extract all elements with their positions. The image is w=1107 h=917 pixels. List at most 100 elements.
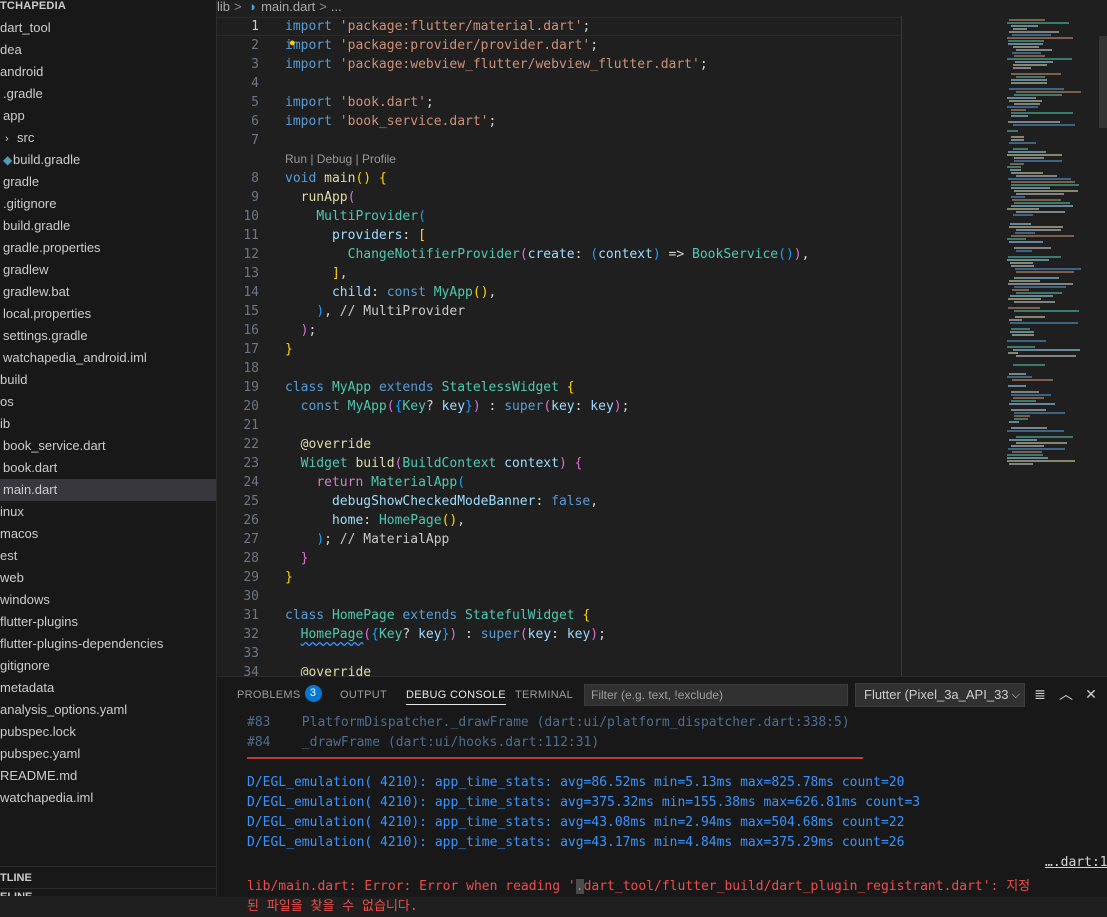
- code-line[interactable]: 13 ],: [217, 264, 901, 283]
- breadcrumb-file[interactable]: main.dart: [261, 0, 315, 14]
- code-line[interactable]: 16 );: [217, 321, 901, 340]
- code-line[interactable]: 19 class MyApp extends StatelessWidget {: [217, 378, 901, 397]
- code-line[interactable]: 4: [217, 74, 901, 93]
- editor-scrollbar[interactable]: [1099, 36, 1107, 128]
- explorer-section-title[interactable]: TCHAPEDIA: [0, 0, 216, 14]
- breadcrumb-folder[interactable]: lib: [217, 0, 230, 14]
- tree-item[interactable]: .gradle: [0, 83, 216, 105]
- debug-session-select[interactable]: Flutter (Pixel_3a_API_33 ⌵: [855, 683, 1025, 707]
- tree-item[interactable]: build.gradle: [0, 215, 216, 237]
- tree-item[interactable]: os: [0, 391, 216, 413]
- tree-item[interactable]: pubspec.lock: [0, 721, 216, 743]
- code-line[interactable]: 23 Widget build(BuildContext context) {: [217, 454, 901, 473]
- tree-item[interactable]: main.dart: [0, 479, 216, 501]
- tree-item[interactable]: README.md: [0, 765, 216, 787]
- tree-item[interactable]: gradle.properties: [0, 237, 216, 259]
- tree-item[interactable]: metadata: [0, 677, 216, 699]
- tree-item[interactable]: gradlew.bat: [0, 281, 216, 303]
- tree-item[interactable]: gitignore: [0, 655, 216, 677]
- code-line[interactable]: 32 HomePage({Key? key}) : super(key: key…: [217, 625, 901, 644]
- tree-item[interactable]: est: [0, 545, 216, 567]
- tab-terminal[interactable]: TERMINAL: [515, 688, 573, 704]
- console-filter-input[interactable]: [584, 684, 848, 706]
- code-line[interactable]: 18: [217, 359, 901, 378]
- chevron-up-icon[interactable]: ︿: [1057, 685, 1075, 703]
- tree-item-label: ib: [0, 416, 11, 431]
- code-editor[interactable]: 1 import 'package:flutter/material.dart';…: [217, 16, 1107, 676]
- tree-item[interactable]: pubspec.yaml: [0, 743, 216, 765]
- timeline-section-title[interactable]: ELINE: [0, 888, 216, 896]
- code-line[interactable]: 25 debugShowCheckedModeBanner: false,: [217, 492, 901, 511]
- code-line[interactable]: 6 import 'book_service.dart';: [217, 112, 901, 131]
- tree-item[interactable]: app: [0, 105, 216, 127]
- tree-item[interactable]: ◆build.gradle: [0, 149, 216, 171]
- tab-debug-console[interactable]: DEBUG CONSOLE: [406, 688, 506, 705]
- tree-item[interactable]: analysis_options.yaml: [0, 699, 216, 721]
- minimap[interactable]: [1007, 16, 1099, 476]
- breadcrumb-symbol[interactable]: ...: [331, 0, 342, 14]
- code-line[interactable]: 1 import 'package:flutter/material.dart';: [217, 17, 901, 36]
- code-line[interactable]: 21: [217, 416, 901, 435]
- code-token: runApp: [300, 190, 348, 205]
- tree-item[interactable]: settings.gradle: [0, 325, 216, 347]
- code-line[interactable]: 9 runApp(: [217, 188, 901, 207]
- tree-item[interactable]: gradlew: [0, 259, 216, 281]
- code-token: BuildContext: [402, 456, 497, 471]
- code-line[interactable]: 20 const MyApp({Key? key}) : super(key: …: [217, 397, 901, 416]
- code-line[interactable]: 5 import 'book.dart';: [217, 93, 901, 112]
- code-line[interactable]: 22 @override: [217, 435, 901, 454]
- code-line[interactable]: 14 child: const MyApp(),: [217, 283, 901, 302]
- codelens-run-debug-profile[interactable]: Run | Debug | Profile: [285, 150, 396, 169]
- tree-item[interactable]: windows: [0, 589, 216, 611]
- code-line[interactable]: 30: [217, 587, 901, 606]
- tree-item[interactable]: .gitignore: [0, 193, 216, 215]
- code-line[interactable]: 7: [217, 131, 901, 150]
- code-line[interactable]: 10 MultiProvider(: [217, 207, 901, 226]
- source-link[interactable]: ….dart:1: [1045, 855, 1107, 870]
- code-line[interactable]: 17}: [217, 340, 901, 359]
- minimap-line: [1016, 271, 1074, 273]
- code-line[interactable]: 31 class HomePage extends StatefulWidget …: [217, 606, 901, 625]
- tree-item[interactable]: android: [0, 61, 216, 83]
- tree-item[interactable]: book.dart: [0, 457, 216, 479]
- code-line[interactable]: 8 void main() {: [217, 169, 901, 188]
- tree-item[interactable]: build: [0, 369, 216, 391]
- list-filter-icon[interactable]: ≣: [1031, 685, 1049, 703]
- code-line[interactable]: 3 import 'package:webview_flutter/webview…: [217, 55, 901, 74]
- code-token: Key: [402, 399, 426, 414]
- code-line[interactable]: 33: [217, 644, 901, 663]
- minimap-line: [1013, 124, 1075, 126]
- code-line[interactable]: 15 ), // MultiProvider: [217, 302, 901, 321]
- code-line[interactable]: 26 home: HomePage(),: [217, 511, 901, 530]
- tree-item[interactable]: watchapedia.iml: [0, 787, 216, 809]
- tab-problems[interactable]: PROBLEMS 3: [237, 685, 322, 704]
- code-line[interactable]: 24 return MaterialApp(: [217, 473, 901, 492]
- tree-item[interactable]: flutter-plugins: [0, 611, 216, 633]
- lightbulb-icon[interactable]: ●: [289, 37, 296, 49]
- code-line[interactable]: 11 providers: [: [217, 226, 901, 245]
- code-line[interactable]: 29}: [217, 568, 901, 587]
- tree-item[interactable]: › src: [0, 127, 216, 149]
- tree-item[interactable]: ib: [0, 413, 216, 435]
- code-line[interactable]: 2 import 'package:provider/provider.dart'…: [217, 36, 901, 55]
- minimap-line: [1011, 136, 1024, 138]
- tree-item[interactable]: gradle: [0, 171, 216, 193]
- tree-item[interactable]: local.properties: [0, 303, 216, 325]
- code-line[interactable]: 12 ChangeNotifierProvider(create: (conte…: [217, 245, 901, 264]
- tab-output[interactable]: OUTPUT: [340, 688, 387, 704]
- tree-item[interactable]: watchapedia_android.iml: [0, 347, 216, 369]
- tree-item[interactable]: inux: [0, 501, 216, 523]
- code-line[interactable]: 28 }: [217, 549, 901, 568]
- debug-console-output[interactable]: #83 PlatformDispatcher._drawFrame (dart:…: [247, 713, 1107, 914]
- tree-item[interactable]: dart_tool: [0, 17, 216, 39]
- code-line[interactable]: 34 @override: [217, 663, 901, 676]
- outline-section-title[interactable]: TLINE: [0, 866, 216, 889]
- code-line[interactable]: 27 ); // MaterialApp: [217, 530, 901, 549]
- tree-item[interactable]: book_service.dart: [0, 435, 216, 457]
- tree-item[interactable]: web: [0, 567, 216, 589]
- minimap-line: [1014, 157, 1044, 159]
- tree-item[interactable]: dea: [0, 39, 216, 61]
- tree-item[interactable]: macos: [0, 523, 216, 545]
- tree-item[interactable]: flutter-plugins-dependencies: [0, 633, 216, 655]
- close-icon[interactable]: ✕: [1082, 685, 1100, 703]
